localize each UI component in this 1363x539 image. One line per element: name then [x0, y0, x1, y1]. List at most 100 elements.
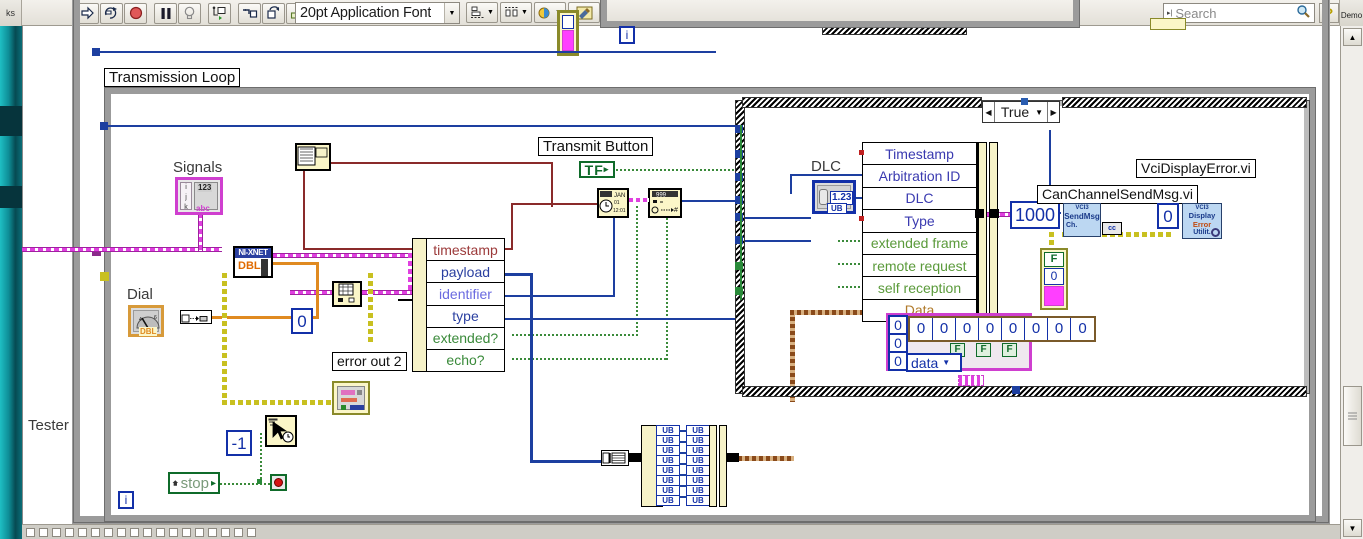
unbundle-field-payload[interactable]: payload	[427, 261, 504, 284]
scroll-up-icon[interactable]: ▲	[1343, 28, 1362, 46]
demo-tab[interactable]: Demo	[1339, 0, 1363, 26]
scroll-segment	[104, 527, 113, 537]
terminal-arrow-icon: ▸	[603, 164, 610, 174]
index-value-2[interactable]: 0	[888, 351, 908, 371]
case-top-tunnel-left	[742, 97, 982, 108]
vci-display-error-vi[interactable]: VCI3 Display Error Utilit.	[1182, 203, 1222, 239]
data-cell-5[interactable]: 0	[1025, 318, 1048, 340]
timeout-constant[interactable]: 1000	[1010, 201, 1060, 229]
case-tunnel-out-node[interactable]	[1012, 386, 1020, 394]
unbundle-field-echo[interactable]: echo?	[427, 350, 504, 371]
error-code-constant[interactable]: 0	[1157, 203, 1179, 229]
array-to-cluster-arrow	[629, 453, 642, 462]
scroll-down-icon[interactable]: ▼	[1343, 519, 1362, 537]
bundle-field-remote-request[interactable]: remote request	[863, 255, 976, 278]
bundle-field-type[interactable]: Type	[863, 210, 976, 233]
bundle-rows: Timestamp Arbitration ID DLC Type extend…	[863, 143, 977, 321]
stop-loop-condition[interactable]	[270, 474, 287, 491]
left-window-tab[interactable]: ks	[0, 0, 22, 26]
data-cell-2[interactable]: 0	[956, 318, 979, 340]
can-channel-send-msg-vi[interactable]: VCI3 SendMsg Ch.	[1063, 203, 1101, 237]
data-dropdown[interactable]: data ▼	[906, 353, 962, 372]
flag-box-1[interactable]: F	[976, 343, 991, 357]
case-next-icon[interactable]: ▶	[1047, 102, 1059, 122]
wire-green-v1	[636, 206, 638, 336]
top-magenta-constant[interactable]	[557, 10, 579, 56]
data-cell-4[interactable]: 0	[1002, 318, 1025, 340]
data-array-index-column[interactable]: 0 0 0	[888, 315, 908, 371]
unbundle-field-extended[interactable]: extended?	[427, 328, 504, 350]
stop-terminal[interactable]: stop ▸	[168, 472, 220, 494]
index-array-node[interactable]	[332, 281, 362, 307]
unbundle-rows: timestamp payload identifier type extend…	[427, 239, 504, 371]
data-cell-0[interactable]: 0	[910, 318, 933, 340]
vci-display-error-vi-label: VciDisplayError.vi	[1136, 159, 1256, 178]
flag-box-2[interactable]: F	[1002, 343, 1017, 357]
data-array-cells[interactable]: 0 0 0 0 0 0 0 0	[908, 316, 1096, 342]
data-cell-3[interactable]: 0	[979, 318, 1002, 340]
unbundle-field-type[interactable]: type	[427, 306, 504, 328]
wire-pink-short	[629, 198, 649, 202]
signals-array-constant[interactable]: ijk 123 abc	[175, 177, 223, 215]
signals-string-type: abc	[196, 204, 210, 213]
wire-darkred-3	[303, 162, 305, 250]
top-right-small-node[interactable]	[1150, 18, 1186, 30]
horizontal-scrollbar[interactable]	[22, 524, 1340, 539]
index-value-1[interactable]: 0	[888, 333, 908, 353]
chevron-down-icon[interactable]: ▼	[1035, 108, 1047, 117]
unbundle-spine	[413, 239, 427, 371]
index-value-0[interactable]: 0	[888, 315, 908, 335]
scroll-segment	[195, 527, 204, 537]
vertical-scrollbar[interactable]: ▲ ▼	[1340, 26, 1363, 539]
get-date-time-node[interactable]: JAN 01 12:01	[597, 188, 629, 218]
wire-green-tunnel-v	[740, 125, 742, 300]
case-prev-icon[interactable]: ◀	[983, 102, 995, 122]
bundle-field-extended-frame[interactable]: extended frame	[863, 233, 976, 255]
error-cluster-constant[interactable]: F 0	[1040, 248, 1068, 310]
signals-numeric-type: 123	[197, 183, 213, 192]
dlc-label: DLC	[811, 158, 842, 175]
wire-darkred-6	[511, 203, 597, 205]
cc-connector-node[interactable]: cc	[1102, 222, 1122, 235]
bundle-field-dlc[interactable]: DLC	[863, 188, 976, 211]
chevron-down-icon[interactable]: ▼	[942, 358, 950, 367]
svg-text:6: 6	[154, 315, 157, 321]
tf-text: TF	[584, 161, 604, 178]
bundle-field-arbitration-id[interactable]: Arbitration ID	[863, 165, 976, 188]
bundle-field-self-reception[interactable]: self reception	[863, 277, 976, 300]
bundle-by-name[interactable]: Timestamp Arbitration ID DLC Type extend…	[862, 142, 978, 322]
wait-ms-node[interactable]	[265, 415, 297, 447]
data-cell-7[interactable]: 0	[1071, 318, 1094, 340]
scroll-segment	[208, 527, 217, 537]
bundle-input-dot-2	[859, 216, 864, 221]
error-status-false[interactable]: F	[1044, 252, 1064, 267]
case-selector-handle[interactable]	[1021, 98, 1028, 105]
scroll-thumb[interactable]	[1343, 386, 1362, 446]
stop-glyph	[274, 478, 283, 487]
error-source-string[interactable]	[1044, 286, 1064, 306]
bundle-field-timestamp[interactable]: Timestamp	[863, 143, 976, 166]
wait-ms-constant[interactable]: -1	[226, 430, 252, 456]
ni-xnet-node[interactable]: NI-XNET DBL	[233, 246, 273, 278]
data-cell-1[interactable]: 0	[933, 318, 956, 340]
home-icon	[172, 480, 179, 486]
dial-terminal[interactable]: 4 6 DBL	[128, 305, 164, 337]
data-cell-6[interactable]: 0	[1048, 318, 1071, 340]
wire-darkred-2	[551, 162, 553, 207]
dlc-terminal[interactable]: 1.23 UB	[812, 180, 856, 214]
error-out-2-terminal[interactable]	[332, 381, 370, 415]
array-input-node[interactable]	[601, 450, 629, 466]
dial-conversion-node[interactable]	[180, 310, 212, 324]
unbundle-field-identifier[interactable]: identifier	[427, 283, 504, 306]
build-array-node[interactable]	[295, 143, 331, 171]
wire-blue-payload-h	[505, 273, 533, 276]
error-code-zero[interactable]: 0	[1044, 268, 1064, 285]
cluster-bar-left	[709, 425, 717, 507]
unbundle-field-timestamp[interactable]: timestamp	[427, 239, 504, 262]
zero-constant-left[interactable]: 0	[291, 308, 313, 334]
unbundle-by-name[interactable]: timestamp payload identifier type extend…	[412, 238, 505, 372]
case-selector[interactable]: ◀ True ▼ ▶	[982, 98, 1060, 123]
bundle-spine-1	[978, 142, 987, 322]
format-number-node[interactable]: 999 #	[648, 188, 682, 218]
transmit-button-terminal[interactable]: TF ▸	[579, 161, 615, 178]
